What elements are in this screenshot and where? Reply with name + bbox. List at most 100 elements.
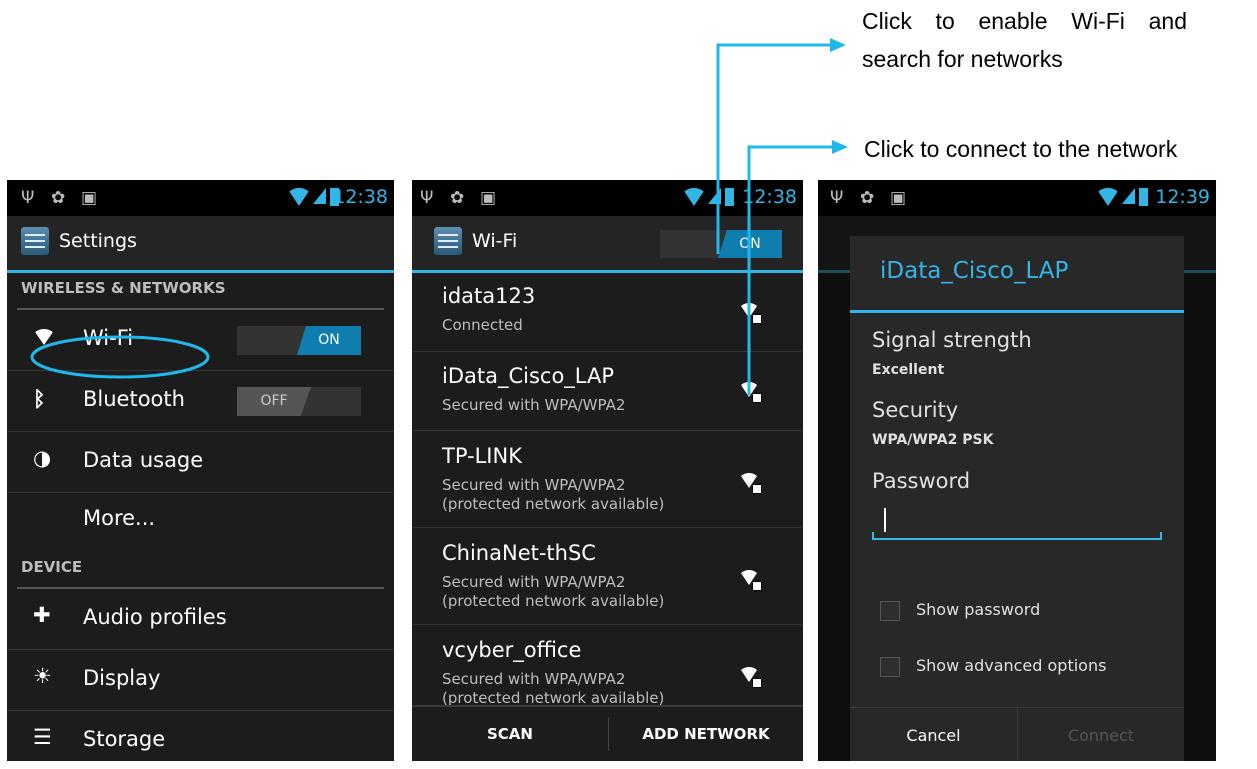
text-caret [884,508,886,532]
bluetooth-toggle[interactable]: OFF [237,387,361,416]
signal-strength-label: Signal strength [872,328,1032,352]
security-value: WPA/WPA2 PSK [872,432,994,448]
settings-item-data-usage[interactable]: ◑ Data usage [7,432,394,493]
debug-icon: ✿ [51,188,66,208]
status-time: 12:38 [742,186,797,208]
network-status: Secured with WPA/WPA2 [442,476,626,494]
network-name: iData_Cisco_LAP [442,364,615,388]
wifi-toggle-on: ON [297,326,361,355]
action-bar: Wi-Fi ON [412,216,803,273]
settings-list: WIRELESS & NETWORKS Wi-Fi ON ᛒ Bluetooth… [7,273,394,761]
wifi-master-toggle-on: ON [718,230,782,258]
password-label: Password [872,469,971,493]
status-time: 12:38 [333,186,388,208]
settings-item-wifi[interactable]: Wi-Fi ON [7,310,394,371]
settings-item-label: More... [83,506,156,530]
dialog-buttons: Cancel Connect [850,707,1184,761]
debug-icon: ✿ [860,188,875,208]
settings-item-bluetooth[interactable]: ᛒ Bluetooth OFF [7,371,394,432]
security-label: Security [872,398,959,422]
show-advanced-label: Show advanced options [916,656,1107,675]
connect-arrowhead [832,140,848,154]
settings-item-label: Wi-Fi [83,326,134,350]
wifi-lock-icon [739,667,762,689]
settings-screen: Ψ ✿ ▣ 12:38 Settings WIRELESS & NETWORKS… [7,180,394,761]
annotation-connect: Click to connect to the network [864,136,1178,162]
screenshot-icon: ▣ [81,188,98,208]
network-item[interactable]: idata123 Connected [412,273,803,352]
wifi-lock-icon [739,382,762,404]
screenshot-icon: ▣ [480,188,497,208]
connect-button[interactable]: Connect [1018,708,1184,761]
debug-icon: ✿ [450,188,465,208]
page-title: Wi-Fi [472,230,518,252]
status-bar: Ψ ✿ ▣ 12:39 [818,180,1216,216]
wifi-status-icon [287,188,311,206]
network-status: Connected [442,316,523,334]
settings-item-label: Audio profiles [83,605,227,629]
network-name: ChinaNet-thSC [442,541,596,565]
audio-profiles-icon: ✚ [33,603,51,627]
storage-icon: ☰ [33,725,52,749]
bluetooth-icon: ᛒ [33,387,46,411]
settings-item-label: Storage [83,727,166,751]
battery-icon [725,188,734,206]
connect-screen: Ψ ✿ ▣ 12:39 iData_Cisco_LAP Signal stren… [818,180,1216,761]
settings-item-more[interactable]: More... [7,493,394,551]
settings-item-storage[interactable]: ☰ Storage [7,711,394,761]
status-bar: Ψ ✿ ▣ 12:38 [412,180,803,216]
network-name: idata123 [442,284,536,308]
signal-icon [1122,188,1135,204]
wifi-app-icon [434,227,462,255]
bottom-action-bar: SCAN ADD NETWORK [412,705,803,761]
network-item[interactable]: iData_Cisco_LAP Secured with WPA/WPA2 [412,352,803,431]
section-header-device-label: DEVICE [21,558,83,576]
wifi-screen: Ψ ✿ ▣ 12:38 Wi-Fi ON idata123 Connected … [412,180,803,761]
annotation-enable-wifi-line1: Click to enable Wi-Fi and [862,8,1187,34]
annotation-enable-wifi: Click to enable Wi-Fi and search for net… [862,2,1187,78]
section-header-wireless: WIRELESS & NETWORKS [17,273,384,310]
network-list: idata123 Connected iData_Cisco_LAP Secur… [412,273,803,761]
wifi-master-toggle[interactable]: ON [660,230,782,258]
signal-strength-value: Excellent [872,362,945,378]
page-title: Settings [59,230,137,252]
settings-item-label: Display [83,666,161,690]
wifi-lock-icon [739,303,762,325]
wifi-status-icon [1096,188,1120,206]
password-field[interactable] [872,508,1162,540]
settings-app-icon [21,227,49,255]
show-password-label: Show password [916,600,1041,619]
network-status-detail: (protected network available) [442,592,665,610]
show-advanced-checkbox[interactable] [880,657,900,677]
wifi-icon [33,326,55,350]
status-time: 12:39 [1155,186,1210,208]
screenshot-icon: ▣ [890,188,907,208]
battery-icon [1139,188,1148,206]
network-status: Secured with WPA/WPA2 [442,670,626,688]
display-icon: ☀ [33,664,52,688]
network-item[interactable]: TP-LINK Secured with WPA/WPA2 (protected… [412,431,803,528]
settings-item-audio-profiles[interactable]: ✚ Audio profiles [7,589,394,650]
network-name: vcyber_office [442,638,582,662]
settings-item-label: Data usage [83,448,204,472]
cancel-button[interactable]: Cancel [850,708,1017,761]
usb-icon: Ψ [420,188,434,208]
network-item[interactable]: ChinaNet-thSC Secured with WPA/WPA2 (pro… [412,528,803,625]
signal-icon [708,188,721,204]
wifi-lock-icon [739,570,762,592]
enable-wifi-arrowhead [830,38,846,52]
network-name: TP-LINK [442,444,522,468]
settings-item-label: Bluetooth [83,387,185,411]
scan-button[interactable]: SCAN [412,707,608,761]
wifi-toggle[interactable]: ON [237,326,361,355]
network-status: Secured with WPA/WPA2 [442,396,626,414]
add-network-button[interactable]: ADD NETWORK [609,707,803,761]
show-password-checkbox[interactable] [880,601,900,621]
section-header-device: DEVICE [17,552,384,589]
section-header-wireless-label: WIRELESS & NETWORKS [21,279,226,297]
settings-item-display[interactable]: ☀ Display [7,650,394,711]
network-status-detail: (protected network available) [442,495,665,513]
annotation-enable-wifi-line2: search for networks [862,46,1063,72]
signal-icon [313,188,326,204]
dialog-title-divider [850,310,1184,313]
